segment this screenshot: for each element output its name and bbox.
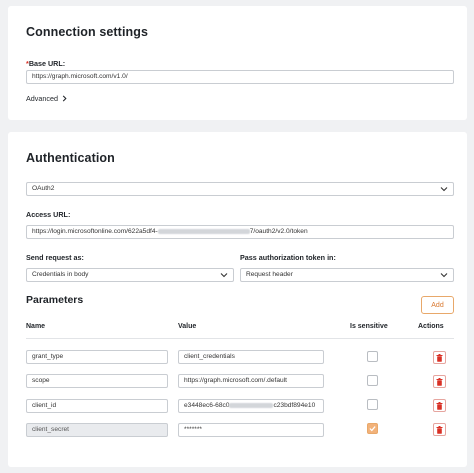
access-url-suffix: 7/oauth2/v2.0/token	[249, 228, 308, 235]
send-request-value: Credentials in body	[32, 271, 89, 278]
base-url-label: *Base URL:	[26, 59, 65, 68]
add-parameter-button[interactable]: Add	[421, 296, 454, 314]
table-divider	[26, 338, 454, 339]
chevron-down-icon	[440, 187, 448, 192]
sensitive-checkbox[interactable]	[367, 423, 378, 434]
authentication-card: Authentication OAuth2 Access URL: https:…	[8, 132, 467, 467]
param-value-input[interactable]: client_credentials	[178, 350, 324, 364]
column-header-name: Name	[26, 323, 46, 330]
pass-token-value: Request header	[246, 271, 293, 278]
redacted-blur	[229, 402, 274, 408]
base-url-input[interactable]: https://graph.microsoft.com/v1.0/	[26, 70, 454, 84]
redacted-blur	[157, 228, 250, 234]
chevron-right-icon	[62, 95, 67, 102]
param-value-suffix: c23bdf894e10	[273, 402, 316, 409]
param-name-input[interactable]: client_id	[26, 399, 168, 413]
auth-type-select[interactable]: OAuth2	[26, 182, 454, 196]
trash-icon	[436, 425, 443, 434]
sensitive-checkbox[interactable]	[367, 351, 378, 362]
param-name-input[interactable]: client_secret	[26, 423, 168, 437]
param-value-input[interactable]: https://graph.microsoft.com/.default	[178, 374, 324, 388]
delete-parameter-button[interactable]	[433, 399, 446, 412]
trash-icon	[436, 353, 443, 362]
send-request-select[interactable]: Credentials in body	[26, 268, 234, 282]
auth-type-value: OAuth2	[32, 185, 55, 192]
access-url-label: Access URL:	[26, 210, 71, 219]
authentication-title: Authentication	[26, 151, 115, 165]
delete-parameter-button[interactable]	[433, 375, 446, 388]
column-header-sensitive: Is sensitive	[350, 323, 388, 330]
advanced-toggle[interactable]: Advanced	[26, 94, 68, 103]
chevron-down-icon	[220, 273, 228, 278]
param-value-prefix: e3448ec6-68c0	[184, 402, 230, 409]
connection-settings-card: Connection settings *Base URL: https://g…	[8, 6, 467, 120]
trash-icon	[436, 401, 443, 410]
advanced-label: Advanced	[26, 94, 58, 103]
check-icon	[369, 426, 376, 432]
delete-parameter-button[interactable]	[433, 423, 446, 436]
parameters-title: Parameters	[26, 294, 84, 306]
column-header-actions: Actions	[418, 323, 444, 330]
param-name-input[interactable]: grant_type	[26, 350, 168, 364]
trash-icon	[436, 377, 443, 386]
param-name-input[interactable]: scope	[26, 374, 168, 388]
connection-settings-title: Connection settings	[26, 25, 149, 39]
chevron-down-icon	[440, 273, 448, 278]
pass-token-select[interactable]: Request header	[240, 268, 454, 282]
pass-token-label: Pass authorization token in:	[240, 253, 336, 262]
param-value-input[interactable]: *******	[178, 423, 324, 437]
base-url-label-text: Base URL:	[28, 59, 66, 68]
access-url-prefix: https://login.microsoftonline.com/622a5d…	[32, 228, 158, 235]
delete-parameter-button[interactable]	[433, 351, 446, 364]
send-request-label: Send request as:	[26, 253, 84, 262]
sensitive-checkbox[interactable]	[367, 375, 378, 386]
column-header-value: Value	[178, 323, 197, 330]
access-url-input[interactable]: https://login.microsoftonline.com/622a5d…	[26, 225, 454, 239]
param-value-input[interactable]: e3448ec6-68c0 c23bdf894e10	[178, 399, 324, 413]
sensitive-checkbox[interactable]	[367, 399, 378, 410]
